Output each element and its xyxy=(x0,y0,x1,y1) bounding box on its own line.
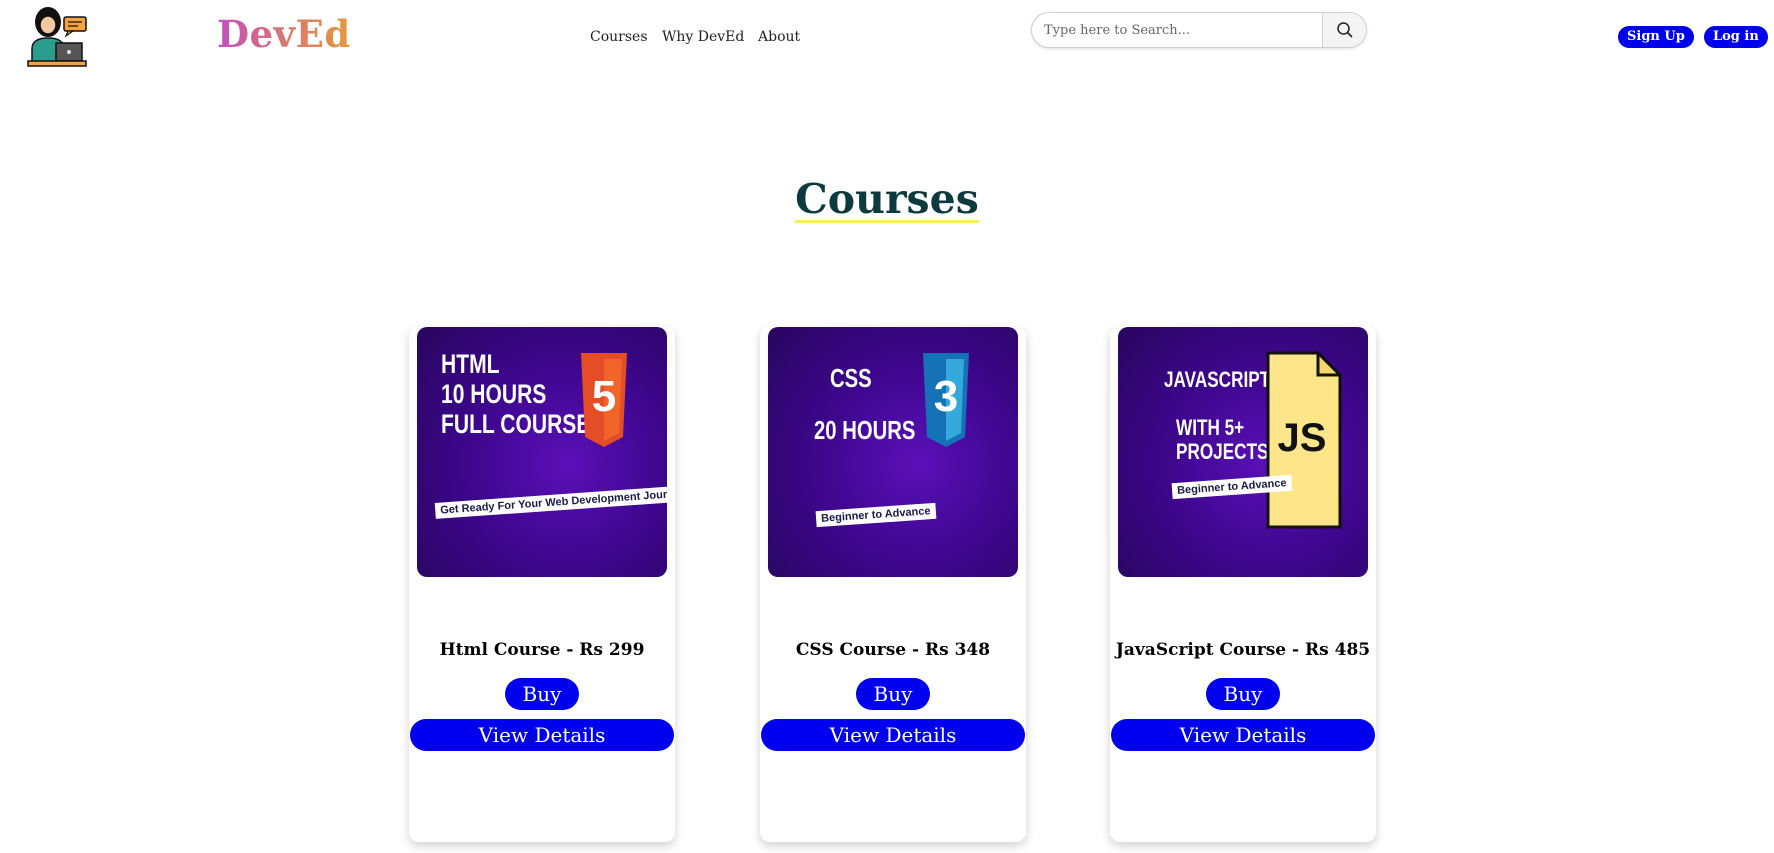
teacher-laptop-logo-icon[interactable] xyxy=(26,5,94,71)
course-thumbnail-css[interactable]: CSS 20 HOURS 3 Beginner to Advance xyxy=(768,327,1018,577)
thumb-line: HTML xyxy=(441,349,500,379)
course-title: CSS Course - Rs 348 xyxy=(795,640,991,660)
course-thumbnail-html[interactable]: HTML 10 HOURS FULL COURSE 5 Get Ready Fo… xyxy=(417,327,667,577)
search-input[interactable] xyxy=(1032,13,1320,47)
thumb-line: FULL COURSE xyxy=(441,409,591,439)
log-in-button[interactable]: Log in xyxy=(1704,26,1768,48)
navbar: DevEd Courses Why DevEd About Sign Up Lo… xyxy=(0,0,1774,80)
course-card-css: CSS 20 HOURS 3 Beginner to Advance CSS C… xyxy=(760,326,1026,842)
badge-text: JS xyxy=(1278,416,1327,460)
brand-logo-text[interactable]: DevEd xyxy=(217,12,351,56)
badge-text: 3 xyxy=(934,372,958,421)
thumb-line: PROJECTS xyxy=(1176,439,1269,464)
course-thumbnail-javascript[interactable]: JAVASCRIPT WITH 5+ PROJECTS JS Beginner … xyxy=(1118,327,1368,577)
buy-button[interactable]: Buy xyxy=(856,678,930,710)
css3-shield-icon: 3 xyxy=(923,353,969,447)
view-details-button[interactable]: View Details xyxy=(410,719,674,751)
search-bar xyxy=(1031,12,1367,48)
thumb-tag: Beginner to Advance xyxy=(815,502,937,528)
course-card-html: HTML 10 HOURS FULL COURSE 5 Get Ready Fo… xyxy=(409,326,675,842)
nav-link-about[interactable]: About xyxy=(758,29,800,45)
html5-shield-icon: 5 xyxy=(581,353,627,447)
thumb-line: JAVASCRIPT xyxy=(1164,367,1271,392)
course-title: JavaScript Course - Rs 485 xyxy=(1115,640,1371,660)
nav-link-courses[interactable]: Courses xyxy=(590,29,648,45)
js-file-icon: JS xyxy=(1266,351,1342,529)
thumb-line: CSS xyxy=(830,363,872,393)
sign-up-button[interactable]: Sign Up xyxy=(1618,26,1694,48)
thumb-line: 20 HOURS xyxy=(814,415,916,445)
view-details-button[interactable]: View Details xyxy=(761,719,1025,751)
buy-button[interactable]: Buy xyxy=(1206,678,1280,710)
courses-section-header: Courses xyxy=(0,178,1774,223)
thumb-tag: Get Ready For Your Web Development Journ… xyxy=(434,485,667,519)
search-button[interactable] xyxy=(1322,13,1366,47)
thumb-line: WITH 5+ xyxy=(1176,415,1245,440)
buy-button[interactable]: Buy xyxy=(505,678,579,710)
view-details-button[interactable]: View Details xyxy=(1111,719,1375,751)
course-title: Html Course - Rs 299 xyxy=(439,640,645,660)
search-icon xyxy=(1336,22,1353,38)
course-card-javascript: JAVASCRIPT WITH 5+ PROJECTS JS Beginner … xyxy=(1110,326,1376,842)
nav-link-why-deved[interactable]: Why DevEd xyxy=(662,29,744,45)
badge-text: 5 xyxy=(592,372,616,421)
thumb-line: 10 HOURS xyxy=(441,379,547,409)
section-title: Courses xyxy=(795,175,979,223)
